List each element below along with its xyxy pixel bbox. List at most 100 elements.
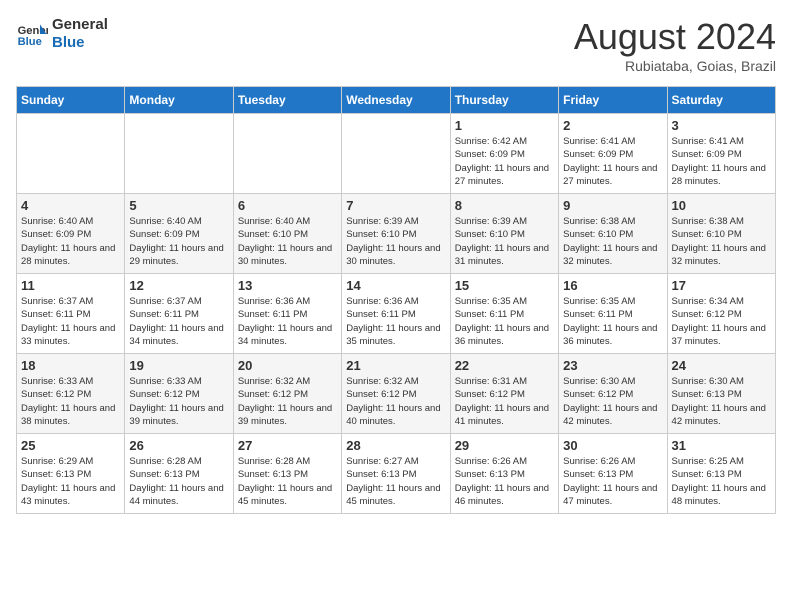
day-info: Sunrise: 6:31 AM Sunset: 6:12 PM Dayligh… <box>455 375 554 428</box>
calendar-cell: 5Sunrise: 6:40 AM Sunset: 6:09 PM Daylig… <box>125 194 233 274</box>
calendar-cell: 9 Sunrise: 6:38 AM Sunset: 6:10 PM Daylig… <box>559 194 667 274</box>
day-number: 3 <box>672 118 771 133</box>
day-info: Sunrise: 6:38 AM Sunset: 6:10 PM Dayligh… <box>563 215 662 268</box>
day-number: 23 <box>563 358 662 373</box>
month-title: August 2024 <box>574 16 776 58</box>
calendar-cell: 29 Sunrise: 6:26 AM Sunset: 6:13 PM Dayli… <box>450 434 558 514</box>
calendar-week-row: 4 Sunrise: 6:40 AM Sunset: 6:09 PM Daylig… <box>17 194 776 274</box>
calendar-week-row: 25 Sunrise: 6:29 AM Sunset: 6:13 PM Dayli… <box>17 434 776 514</box>
calendar-header-row: SundayMondayTuesdayWednesdayThursdayFrid… <box>17 87 776 114</box>
calendar-cell: 12Sunrise: 6:37 AM Sunset: 6:11 PM Dayli… <box>125 274 233 354</box>
day-number: 22 <box>455 358 554 373</box>
calendar-cell: 18Sunrise: 6:33 AM Sunset: 6:12 PM Dayli… <box>17 354 125 434</box>
calendar-cell: 19 Sunrise: 6:33 AM Sunset: 6:12 PM Dayli… <box>125 354 233 434</box>
day-number: 26 <box>129 438 228 453</box>
calendar-cell: 23 Sunrise: 6:30 AM Sunset: 6:12 PM Dayli… <box>559 354 667 434</box>
calendar-cell: 27 Sunrise: 6:28 AM Sunset: 6:13 PM Dayli… <box>233 434 341 514</box>
svg-text:Blue: Blue <box>18 36 42 48</box>
day-info: Sunrise: 6:36 AM Sunset: 6:11 PM Dayligh… <box>238 295 337 348</box>
day-number: 11 <box>21 278 120 293</box>
day-number: 25 <box>21 438 120 453</box>
day-info: Sunrise: 6:30 AM Sunset: 6:12 PM Dayligh… <box>563 375 662 428</box>
day-number: 6 <box>238 198 337 213</box>
calendar-week-row: 11 Sunrise: 6:37 AM Sunset: 6:11 PM Dayli… <box>17 274 776 354</box>
calendar-cell: 4 Sunrise: 6:40 AM Sunset: 6:09 PM Daylig… <box>17 194 125 274</box>
day-number: 28 <box>346 438 445 453</box>
logo: General Blue General Blue <box>16 16 108 52</box>
weekday-header-thursday: Thursday <box>450 87 558 114</box>
day-info: Sunrise: 6:38 AM Sunset: 6:10 PM Dayligh… <box>672 215 771 268</box>
day-info: Sunrise: 6:26 AM Sunset: 6:13 PM Dayligh… <box>563 455 662 508</box>
day-number: 31 <box>672 438 771 453</box>
day-number: 4 <box>21 198 120 213</box>
day-info: Sunrise: 6:40 AM Sunset: 6:10 PM Dayligh… <box>238 215 337 268</box>
day-number: 1 <box>455 118 554 133</box>
title-block: August 2024 Rubiataba, Goias, Brazil <box>574 16 776 74</box>
day-info: Sunrise: 6:33 AM Sunset: 6:12 PM Dayligh… <box>129 375 228 428</box>
logo-text-general: General <box>52 16 108 34</box>
day-info: Sunrise: 6:36 AM Sunset: 6:11 PM Dayligh… <box>346 295 445 348</box>
day-number: 20 <box>238 358 337 373</box>
calendar-cell: 6 Sunrise: 6:40 AM Sunset: 6:10 PM Daylig… <box>233 194 341 274</box>
day-number: 9 <box>563 198 662 213</box>
day-info: Sunrise: 6:42 AM Sunset: 6:09 PM Dayligh… <box>455 135 554 188</box>
day-number: 19 <box>129 358 228 373</box>
calendar-cell: 13 Sunrise: 6:36 AM Sunset: 6:11 PM Dayli… <box>233 274 341 354</box>
day-number: 13 <box>238 278 337 293</box>
calendar-cell: 30 Sunrise: 6:26 AM Sunset: 6:13 PM Dayli… <box>559 434 667 514</box>
calendar-cell: 17 Sunrise: 6:34 AM Sunset: 6:12 PM Dayli… <box>667 274 775 354</box>
calendar-cell <box>342 114 450 194</box>
calendar-cell: 10 Sunrise: 6:38 AM Sunset: 6:10 PM Dayli… <box>667 194 775 274</box>
day-number: 8 <box>455 198 554 213</box>
calendar-week-row: 18 Sunrise: 6:33 AM Sunset: 6:12 PM Dayli… <box>17 354 776 434</box>
day-info: Sunrise: 6:40 AM Sunset: 6:09 PM Dayligh… <box>21 215 120 268</box>
day-info: Sunrise: 6:25 AM Sunset: 6:13 PM Dayligh… <box>672 455 771 508</box>
weekday-header-friday: Friday <box>559 87 667 114</box>
day-number: 15 <box>455 278 554 293</box>
calendar-table: SundayMondayTuesdayWednesdayThursdayFrid… <box>16 86 776 514</box>
calendar-cell: 26 Sunrise: 6:28 AM Sunset: 6:13 PM Dayli… <box>125 434 233 514</box>
day-number: 18 <box>21 358 120 373</box>
day-number: 29 <box>455 438 554 453</box>
day-info: Sunrise: 6:32 AM Sunset: 6:12 PM Dayligh… <box>238 375 337 428</box>
page-header: General Blue General Blue August 2024 Ru… <box>16 16 776 74</box>
calendar-cell <box>17 114 125 194</box>
day-info: Sunrise: 6:37 AM Sunset: 6:11 PM Dayligh… <box>21 295 120 348</box>
calendar-cell: 15Sunrise: 6:35 AM Sunset: 6:11 PM Dayli… <box>450 274 558 354</box>
day-info: Sunrise: 6:34 AM Sunset: 6:12 PM Dayligh… <box>672 295 771 348</box>
day-number: 24 <box>672 358 771 373</box>
calendar-cell: 25 Sunrise: 6:29 AM Sunset: 6:13 PM Dayli… <box>17 434 125 514</box>
day-info: Sunrise: 6:28 AM Sunset: 6:13 PM Dayligh… <box>238 455 337 508</box>
calendar-cell: 3Sunrise: 6:41 AM Sunset: 6:09 PM Daylig… <box>667 114 775 194</box>
day-number: 14 <box>346 278 445 293</box>
calendar-cell: 8 Sunrise: 6:39 AM Sunset: 6:10 PM Daylig… <box>450 194 558 274</box>
calendar-cell: 11 Sunrise: 6:37 AM Sunset: 6:11 PM Dayli… <box>17 274 125 354</box>
calendar-cell: 14 Sunrise: 6:36 AM Sunset: 6:11 PM Dayli… <box>342 274 450 354</box>
day-info: Sunrise: 6:28 AM Sunset: 6:13 PM Dayligh… <box>129 455 228 508</box>
day-number: 10 <box>672 198 771 213</box>
day-info: Sunrise: 6:32 AM Sunset: 6:12 PM Dayligh… <box>346 375 445 428</box>
day-info: Sunrise: 6:40 AM Sunset: 6:09 PM Dayligh… <box>129 215 228 268</box>
day-number: 17 <box>672 278 771 293</box>
day-info: Sunrise: 6:30 AM Sunset: 6:13 PM Dayligh… <box>672 375 771 428</box>
logo-text-blue: Blue <box>52 34 108 52</box>
calendar-cell: 1 Sunrise: 6:42 AM Sunset: 6:09 PM Daylig… <box>450 114 558 194</box>
day-number: 2 <box>563 118 662 133</box>
day-info: Sunrise: 6:26 AM Sunset: 6:13 PM Dayligh… <box>455 455 554 508</box>
day-info: Sunrise: 6:39 AM Sunset: 6:10 PM Dayligh… <box>455 215 554 268</box>
location-subtitle: Rubiataba, Goias, Brazil <box>574 58 776 74</box>
day-info: Sunrise: 6:29 AM Sunset: 6:13 PM Dayligh… <box>21 455 120 508</box>
day-number: 7 <box>346 198 445 213</box>
day-number: 27 <box>238 438 337 453</box>
weekday-header-saturday: Saturday <box>667 87 775 114</box>
day-number: 30 <box>563 438 662 453</box>
calendar-cell: 7Sunrise: 6:39 AM Sunset: 6:10 PM Daylig… <box>342 194 450 274</box>
day-number: 21 <box>346 358 445 373</box>
calendar-cell: 2Sunrise: 6:41 AM Sunset: 6:09 PM Daylig… <box>559 114 667 194</box>
weekday-header-sunday: Sunday <box>17 87 125 114</box>
calendar-cell <box>233 114 341 194</box>
day-number: 16 <box>563 278 662 293</box>
calendar-cell: 21 Sunrise: 6:32 AM Sunset: 6:12 PM Dayli… <box>342 354 450 434</box>
calendar-cell: 24 Sunrise: 6:30 AM Sunset: 6:13 PM Dayli… <box>667 354 775 434</box>
weekday-header-monday: Monday <box>125 87 233 114</box>
